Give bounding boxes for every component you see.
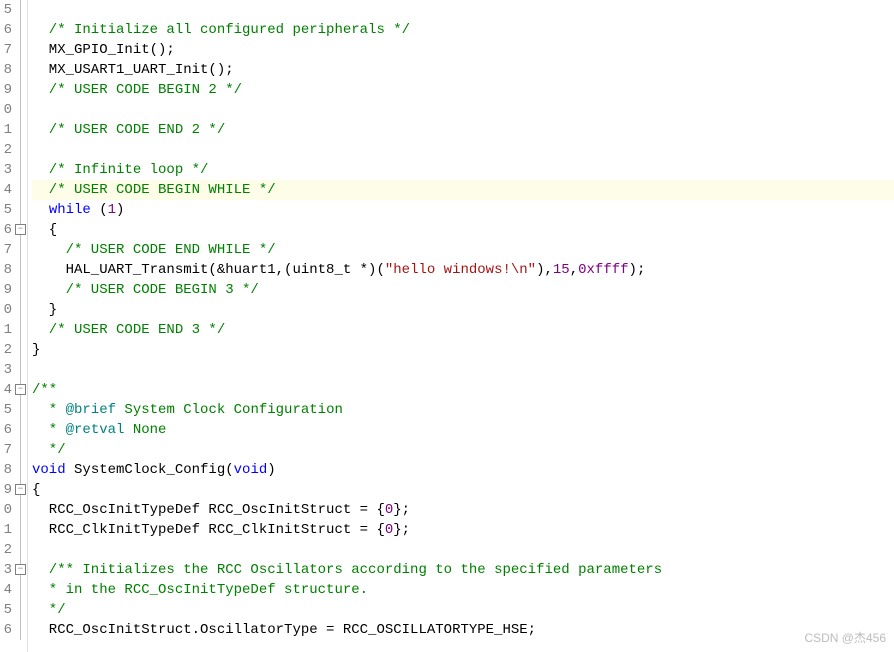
line-number: 3 xyxy=(0,560,12,580)
line-number: 6 xyxy=(0,620,12,640)
line-number: 9 xyxy=(0,280,12,300)
line-number: 2 xyxy=(0,340,12,360)
line-number: 4 xyxy=(0,380,12,400)
line-number: 2 xyxy=(0,140,12,160)
code-line[interactable]: /** xyxy=(32,380,894,400)
line-number: 5 xyxy=(0,600,12,620)
line-number: 1 xyxy=(0,520,12,540)
code-line[interactable]: /* USER CODE BEGIN 3 */ xyxy=(32,280,894,300)
code-line[interactable]: /* Initialize all configured peripherals… xyxy=(32,20,894,40)
code-line[interactable]: * @brief System Clock Configuration xyxy=(32,400,894,420)
code-line[interactable] xyxy=(32,0,894,20)
code-line[interactable]: /* USER CODE END 3 */ xyxy=(32,320,894,340)
line-number: 3 xyxy=(0,360,12,380)
fold-toggle[interactable]: − xyxy=(15,484,26,495)
code-line[interactable]: * @retval None xyxy=(32,420,894,440)
line-number: 6 xyxy=(0,420,12,440)
code-line[interactable]: /** Initializes the RCC Oscillators acco… xyxy=(32,560,894,580)
fold-column: − − − − xyxy=(14,0,28,652)
code-line[interactable]: { xyxy=(32,480,894,500)
code-line[interactable]: void SystemClock_Config(void) xyxy=(32,460,894,480)
line-number: 2 xyxy=(0,540,12,560)
line-number: 4 xyxy=(0,580,12,600)
code-line[interactable]: * in the RCC_OscInitTypeDef structure. xyxy=(32,580,894,600)
code-line[interactable]: */ xyxy=(32,440,894,460)
fold-toggle[interactable]: − xyxy=(15,564,26,575)
line-number: 1 xyxy=(0,320,12,340)
code-line[interactable] xyxy=(32,140,894,160)
code-line[interactable]: /* USER CODE END 2 */ xyxy=(32,120,894,140)
line-number: 0 xyxy=(0,100,12,120)
line-number: 8 xyxy=(0,260,12,280)
line-number: 7 xyxy=(0,40,12,60)
code-line[interactable]: MX_USART1_UART_Init(); xyxy=(32,60,894,80)
line-number: 8 xyxy=(0,460,12,480)
line-number: 5 xyxy=(0,400,12,420)
code-line[interactable]: } xyxy=(32,340,894,360)
code-line[interactable]: */ xyxy=(32,600,894,620)
code-line[interactable]: /* Infinite loop */ xyxy=(32,160,894,180)
code-line[interactable] xyxy=(32,540,894,560)
code-line[interactable]: { xyxy=(32,220,894,240)
code-line[interactable] xyxy=(32,360,894,380)
line-number: 3 xyxy=(0,160,12,180)
line-number: 7 xyxy=(0,240,12,260)
line-number: 8 xyxy=(0,60,12,80)
line-number: 7 xyxy=(0,440,12,460)
line-number-gutter: 56789012345678901234567890123456 xyxy=(0,0,14,652)
code-line[interactable]: /* USER CODE BEGIN WHILE */ xyxy=(32,180,894,200)
code-line[interactable]: while (1) xyxy=(32,200,894,220)
code-line[interactable]: /* USER CODE BEGIN 2 */ xyxy=(32,80,894,100)
line-number: 0 xyxy=(0,300,12,320)
code-line[interactable]: HAL_UART_Transmit(&huart1,(uint8_t *)("h… xyxy=(32,260,894,280)
code-line[interactable]: RCC_OscInitTypeDef RCC_OscInitStruct = {… xyxy=(32,500,894,520)
line-number: 1 xyxy=(0,120,12,140)
line-number: 5 xyxy=(0,200,12,220)
line-number: 4 xyxy=(0,180,12,200)
code-line[interactable]: /* USER CODE END WHILE */ xyxy=(32,240,894,260)
code-line[interactable]: } xyxy=(32,300,894,320)
fold-toggle[interactable]: − xyxy=(15,384,26,395)
code-area[interactable]: /* Initialize all configured peripherals… xyxy=(28,0,894,652)
code-line[interactable]: RCC_ClkInitTypeDef RCC_ClkInitStruct = {… xyxy=(32,520,894,540)
line-number: 9 xyxy=(0,80,12,100)
line-number: 9 xyxy=(0,480,12,500)
line-number: 6 xyxy=(0,220,12,240)
line-number: 5 xyxy=(0,0,12,20)
line-number: 0 xyxy=(0,500,12,520)
code-line[interactable] xyxy=(32,100,894,120)
fold-toggle[interactable]: − xyxy=(15,224,26,235)
code-editor[interactable]: 56789012345678901234567890123456 −−−− /*… xyxy=(0,0,894,652)
line-number: 6 xyxy=(0,20,12,40)
code-line[interactable]: MX_GPIO_Init(); xyxy=(32,40,894,60)
code-line[interactable]: RCC_OscInitStruct.OscillatorType = RCC_O… xyxy=(32,620,894,640)
